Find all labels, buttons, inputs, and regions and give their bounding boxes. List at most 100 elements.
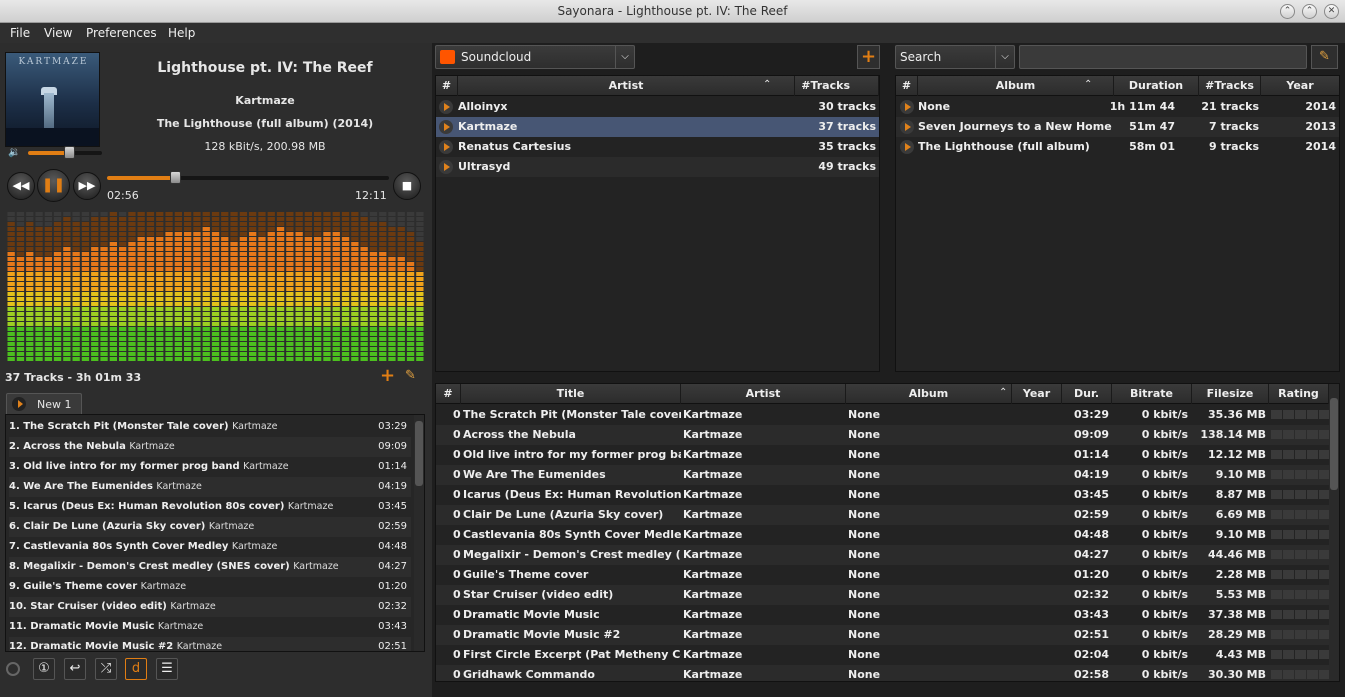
artist-col-artist[interactable]: Artist [458,76,795,96]
rating-star[interactable] [1307,470,1318,479]
rating-star[interactable] [1295,410,1306,419]
album-col-duration[interactable]: Duration [1114,76,1199,96]
playlist-item[interactable]: 5. Icarus (Deus Ex: Human Revolution 80s… [9,497,411,517]
rating-star[interactable] [1295,670,1306,679]
rating-star[interactable] [1271,670,1282,679]
track-col-artist[interactable]: Artist [681,384,846,404]
rating-star[interactable] [1271,430,1282,439]
rating-star[interactable] [1283,530,1294,539]
rating-star[interactable] [1307,430,1318,439]
playlist-scrollbar[interactable] [414,415,424,651]
volume-icon[interactable]: 🔉 [8,147,20,158]
rating-star[interactable] [1295,650,1306,659]
rating-star[interactable] [1283,670,1294,679]
album-col-num[interactable]: # [896,76,918,96]
rating-star[interactable] [1283,430,1294,439]
playlist-item[interactable]: 8. Megalixir - Demon's Crest medley (SNE… [9,557,411,577]
rating-star[interactable] [1283,610,1294,619]
rating-star[interactable] [1307,590,1318,599]
artist-row[interactable]: Renatus Cartesius 35 tracks [436,137,879,157]
track-row[interactable]: 0First Circle Excerpt (Pat Metheny Cover… [436,645,1330,665]
menu-file[interactable]: File [10,26,30,40]
track-row[interactable]: 0 Clair De Lune (Azuria Sky cover) Kartmaz… [436,505,1330,525]
rating-star[interactable] [1283,470,1294,479]
album-row[interactable]: The Lighthouse (full album) 58m 01 9 track… [896,137,1339,157]
track-row[interactable]: 0 Dramatic Movie Music Kartmaze None 03:43 0 … [436,605,1330,625]
playlist-item[interactable]: 12. Dramatic Movie Music #2 Kartmaze 02:5… [9,637,411,651]
rating-star[interactable] [1295,590,1306,599]
maximize-icon[interactable]: ⌃ [1302,4,1317,19]
rating-star[interactable] [1283,590,1294,599]
rating-star[interactable] [1295,550,1306,559]
rating-star[interactable] [1295,610,1306,619]
rating-star[interactable] [1307,670,1318,679]
track-col-filesize[interactable]: Filesize [1192,384,1269,404]
rating-star[interactable] [1295,530,1306,539]
album-col-tracks[interactable]: #Tracks [1199,76,1261,96]
track-col-rating[interactable]: Rating [1269,384,1329,404]
track-col-bitrate[interactable]: Bitrate [1112,384,1192,404]
spectrum-visualizer[interactable] [7,208,425,362]
rating-star[interactable] [1283,410,1294,419]
rating-star[interactable] [1271,470,1282,479]
rating-star[interactable] [1271,490,1282,499]
clear-search-button[interactable]: ✎ [1311,45,1338,69]
source-select[interactable]: Soundcloud ⌵ [435,45,635,69]
rating-star[interactable] [1295,450,1306,459]
clear-broom-icon[interactable]: ✎ [405,368,416,383]
rating-star[interactable] [1271,610,1282,619]
rating-star[interactable] [1271,570,1282,579]
album-cover[interactable]: KARTMAZE [5,52,100,147]
rating-star[interactable] [1271,510,1282,519]
rating-star[interactable] [1307,610,1318,619]
rating-star[interactable] [1283,510,1294,519]
next-button[interactable]: ▶▶ [73,172,101,200]
playlist-item[interactable]: 3. Old live intro for my former prog ban… [9,457,411,477]
rating-star[interactable] [1307,510,1318,519]
rating-star[interactable] [1283,550,1294,559]
rating-star[interactable] [1295,470,1306,479]
album-row[interactable]: Seven Journeys to a New Home 51m 47 7 trac… [896,117,1339,137]
artist-col-num[interactable]: # [436,76,458,96]
previous-button[interactable]: ◀◀ [7,172,35,200]
pause-button[interactable]: ❚❚ [37,169,70,202]
track-row[interactable]: 0 We Are The Eumenides Kartmaze None 04:19 0 … [436,465,1330,485]
track-row[interactable]: 0 Star Cruiser (video edit) Kartmaze None 02… [436,585,1330,605]
track-row[interactable]: 0 Old live intro for my former prog band K… [436,445,1330,465]
shuffle-button[interactable]: ⤮ [95,658,117,680]
rating-star[interactable] [1307,550,1318,559]
rating-star[interactable] [1271,530,1282,539]
rating-star[interactable] [1307,450,1318,459]
dynamic-playback-button[interactable]: d [125,658,147,680]
seek-handle[interactable] [169,171,181,184]
playlist-item[interactable]: 9. Guile's Theme cover Kartmaze 01:20 [9,577,411,597]
rating-star[interactable] [1295,490,1306,499]
rating-star[interactable] [1307,570,1318,579]
track-col-duration[interactable]: Dur. [1062,384,1112,404]
search-input[interactable] [1019,45,1307,69]
rating-star[interactable] [1307,490,1318,499]
rating-star[interactable] [1295,510,1306,519]
track-col-num[interactable]: # [436,384,461,404]
track-row[interactable]: 0Icarus (Deus Ex: Human Revolution 80sKa… [436,485,1330,505]
track-row[interactable]: 0 The Scratch Pit (Monster Tale cover) Kar… [436,405,1330,425]
album-row[interactable]: None 1h 11m 44 21 tracks 2014 [896,97,1339,117]
rating-star[interactable] [1271,630,1282,639]
append-mode-button[interactable]: ☰ [156,658,178,680]
rating-star[interactable] [1295,430,1306,439]
menu-preferences[interactable]: Preferences [86,26,157,40]
menu-view[interactable]: View [44,26,72,40]
track-row[interactable]: 0Megalixir - Demon's Crest medley (SNESK… [436,545,1330,565]
playlist-item[interactable]: 7. Castlevania 80s Synth Cover Medley Ka… [9,537,411,557]
search-mode-select[interactable]: Search ⌵ [895,45,1015,69]
rating-star[interactable] [1307,410,1318,419]
rating-star[interactable] [1271,590,1282,599]
artist-row[interactable]: Alloinyx 30 tracks [436,97,879,117]
track-row[interactable]: 0 Across the Nebula Kartmaze None 09:09 0 kbi… [436,425,1330,445]
add-icon[interactable]: + [380,365,395,386]
playlist-item[interactable]: 10. Star Cruiser (video edit) Kartmaze 02… [9,597,411,617]
track-scrollbar[interactable] [1329,384,1339,681]
stop-button[interactable]: ■ [393,172,421,200]
rating-star[interactable] [1271,550,1282,559]
add-source-button[interactable]: + [857,45,880,69]
